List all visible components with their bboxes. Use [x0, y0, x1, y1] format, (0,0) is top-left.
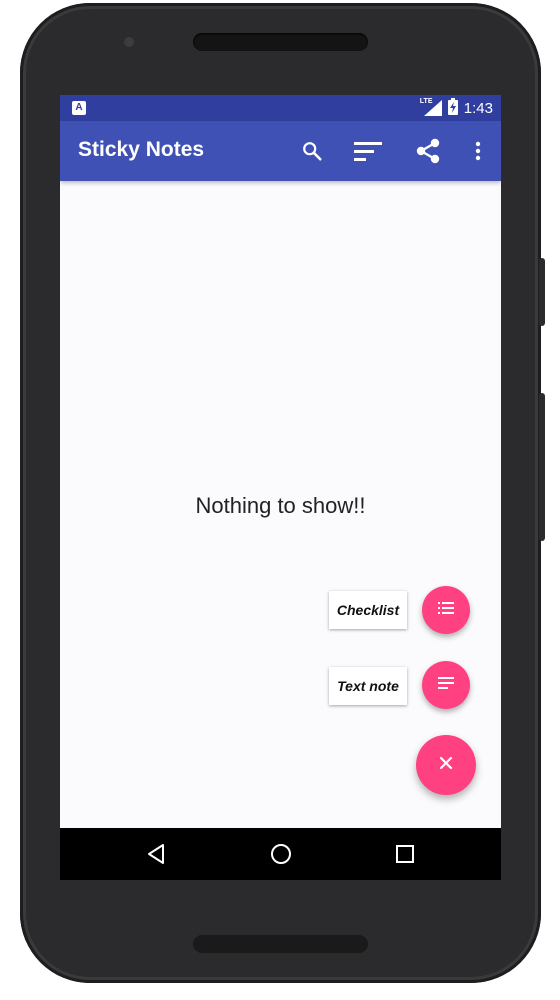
text-note-fab-button[interactable]: [422, 661, 470, 709]
system-nav-bar: [60, 828, 501, 880]
home-icon[interactable]: [267, 840, 295, 868]
checklist-fab-button[interactable]: [422, 586, 470, 634]
back-icon[interactable]: [142, 840, 170, 868]
signal-icon: LTE: [420, 98, 442, 116]
recents-icon[interactable]: [391, 840, 419, 868]
text-note-label[interactable]: Text note: [329, 667, 407, 705]
front-camera: [124, 37, 134, 47]
empty-state-message: Nothing to show!!: [195, 493, 366, 518]
status-bar: A LTE 1:43: [60, 95, 501, 121]
search-icon[interactable]: [298, 137, 326, 165]
app-title: Sticky Notes: [78, 138, 205, 161]
power-button: [539, 258, 545, 326]
status-indicators: LTE 1:43: [420, 98, 493, 118]
sort-icon[interactable]: [354, 137, 382, 165]
screen: A LTE 1:43 Sticky Notes Nothing to show!…: [60, 95, 501, 880]
text-note-icon: [438, 676, 454, 694]
share-icon[interactable]: [414, 137, 442, 165]
more-vert-icon[interactable]: [464, 137, 492, 165]
close-icon: [439, 756, 453, 775]
top-speaker: [193, 33, 368, 51]
battery-icon: [447, 98, 458, 118]
volume-button: [539, 393, 545, 541]
bottom-speaker: [193, 935, 368, 953]
checklist-icon: [438, 601, 454, 619]
app-bar: Sticky Notes: [60, 121, 501, 181]
notification-icon: A: [72, 101, 86, 115]
checklist-label[interactable]: Checklist: [329, 591, 407, 629]
status-time: 1:43: [463, 99, 493, 117]
main-fab-button[interactable]: [416, 735, 476, 795]
